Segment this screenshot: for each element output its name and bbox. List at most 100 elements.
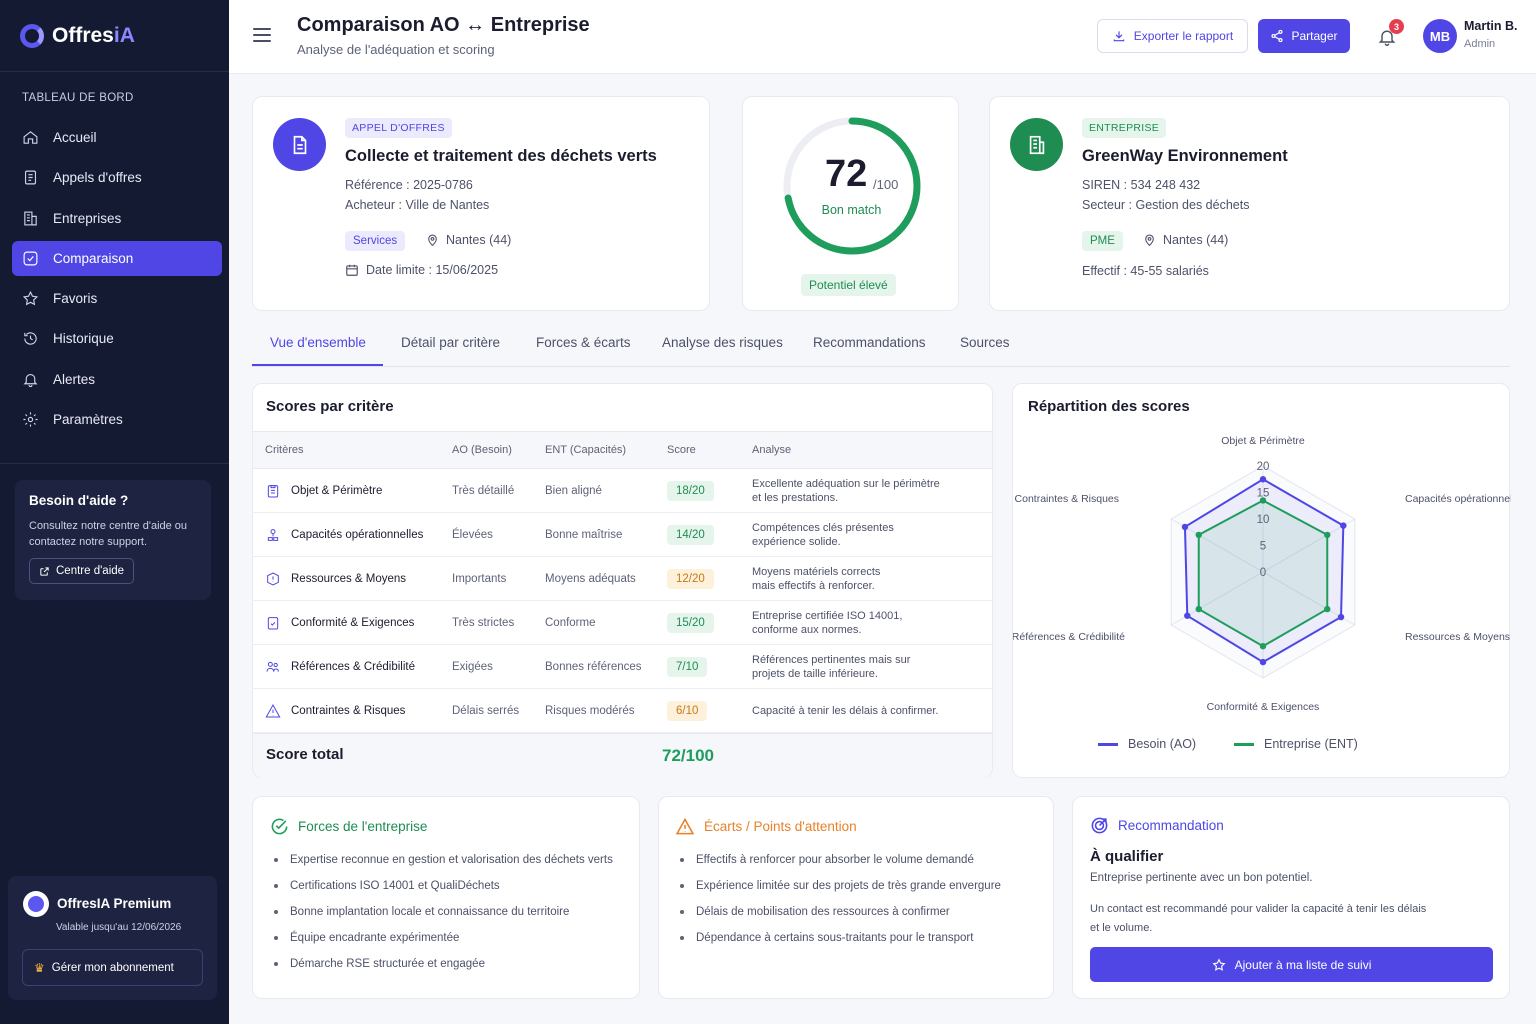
sidebar-divider <box>0 71 229 72</box>
scores-table: Critères AO (Besoin) ENT (Capacités) Sco… <box>253 431 992 733</box>
analysis-line: expérience solide. <box>752 535 841 548</box>
ao-need: Exigées <box>452 644 545 689</box>
help-text: Consultez notre centre d'aide ou contact… <box>29 520 188 548</box>
sidebar: OffresiA TABLEAU DE BORD Accueil Appels … <box>0 0 229 1024</box>
notification-count-badge: 3 <box>1389 19 1404 34</box>
sidebar-item-historique[interactable]: Historique <box>12 321 222 356</box>
column-header: AO (Besoin) <box>452 431 545 469</box>
ao-need: Très strictes <box>452 600 545 645</box>
criterion-name: Contraintes & Risques <box>291 704 406 717</box>
star-icon <box>1212 957 1226 971</box>
analysis-text: Entreprise certifiée ISO 14001, conforme … <box>752 609 992 637</box>
tab-overview[interactable]: Vue d'ensemble <box>270 335 366 350</box>
radar-tick-label: 20 <box>1257 461 1270 473</box>
active-tab-indicator <box>252 364 383 366</box>
table-row[interactable]: Capacités opérationnelles Élevées Bonne … <box>253 512 992 557</box>
table-row[interactable]: Références & Crédibilité Exigées Bonnes … <box>253 644 992 689</box>
help-card: Besoin d'aide ? Consultez notre centre d… <box>15 480 211 600</box>
analysis-text: Références pertinentes mais sur projets d… <box>752 653 992 681</box>
sidebar-item-alertes[interactable]: Alertes <box>12 362 222 397</box>
table-row[interactable]: Objet & Périmètre Très détaillé Bien ali… <box>253 468 992 513</box>
manage-subscription-button[interactable]: ♛ Gérer mon abonnement <box>22 949 203 986</box>
sidebar-item-label: Alertes <box>53 371 96 387</box>
tender-reference: Référence : 2025-0786 <box>345 178 473 192</box>
table-row[interactable]: Contraintes & Risques Délais serrés Risq… <box>253 688 992 733</box>
table-row[interactable]: Conformité & Exigences Très strictes Con… <box>253 600 992 645</box>
sidebar-item-parametres[interactable]: Paramètres <box>12 402 222 437</box>
analysis-text: Moyens matériels corrects mais effectifs … <box>752 565 992 593</box>
company-sector: Secteur : Gestion des déchets <box>1082 198 1250 212</box>
criterion-name: Références & Crédibilité <box>291 660 416 673</box>
sidebar-item-favoris[interactable]: Favoris <box>12 281 222 316</box>
history-icon <box>24 332 37 346</box>
ent-capacity: Risques modérés <box>545 688 667 733</box>
list-item: Démarche RSE structurée et engagée <box>274 951 613 977</box>
page-subtitle: Analyse de l'adéquation et scoring <box>297 42 495 57</box>
radar-category-label: Ressources & Moyens <box>1405 631 1510 643</box>
ent-capacity: Bonnes références <box>545 644 667 689</box>
tab-recommendations[interactable]: Recommandations <box>813 335 926 350</box>
company-size-chip: PME <box>1082 231 1123 251</box>
ao-need: Importants <box>452 556 545 601</box>
tab-criteria-detail[interactable]: Détail par critère <box>401 335 500 350</box>
logo-icon <box>20 24 44 48</box>
sidebar-item-accueil[interactable]: Accueil <box>12 120 222 155</box>
radar-point <box>1181 523 1189 531</box>
column-header: Analyse <box>752 431 992 469</box>
radar-point <box>1259 476 1267 483</box>
radar-point <box>1337 613 1345 621</box>
analysis-text: Compétences clés présentes expérience sol… <box>752 521 992 549</box>
gaps-list: Effectifs à renforcer pour absorber le v… <box>680 847 1001 951</box>
column-header: ENT (Capacités) <box>545 431 667 469</box>
logo-accent: iA <box>113 24 135 47</box>
radar-tick-label: 0 <box>1260 567 1266 579</box>
score-pill: 14/20 <box>667 524 714 545</box>
recommendation-detail: Un contact est recommandé pour valider l… <box>1090 900 1426 938</box>
share-button[interactable]: Partager <box>1258 19 1350 53</box>
company-staff: Effectif : 45-55 salariés <box>1082 264 1209 278</box>
analysis-line: mais effectifs à renforcer. <box>752 579 875 592</box>
radar-point <box>1324 605 1331 613</box>
score-card: 72 /100 Bon match Potentiel élevé <box>742 96 959 311</box>
analysis-line: Références pertinentes mais sur <box>752 653 911 666</box>
total-score-value: 72/100 <box>662 746 714 765</box>
table-row[interactable]: Ressources & Moyens Importants Moyens ad… <box>253 556 992 601</box>
tab-risk-analysis[interactable]: Analyse des risques <box>662 335 783 350</box>
premium-card: OffresIA Premium Valable jusqu'au 12/06/… <box>8 876 217 1000</box>
app-logo[interactable]: OffresiA <box>20 24 135 48</box>
analysis-line: Compétences clés présentes <box>752 521 894 534</box>
radar-tick-label: 5 <box>1260 541 1266 553</box>
company-tag: ENTREPRISE <box>1082 118 1167 138</box>
tender-title: Collecte et traitement des déchets verts <box>345 147 657 165</box>
legend-label: Besoin (AO) <box>1128 737 1197 751</box>
help-center-button[interactable]: Centre d'aide <box>29 558 135 584</box>
ao-need: Élevées <box>452 512 545 557</box>
recommendation-card: Recommandation À qualifier Entreprise pe… <box>1072 796 1510 999</box>
legend-item-entreprise: Entreprise (ENT) <box>1234 737 1358 751</box>
clipboard-icon <box>267 484 279 497</box>
legend-label: Entreprise (ENT) <box>1264 737 1358 751</box>
sidebar-item-comparaison[interactable]: Comparaison <box>12 240 222 276</box>
external-link-icon <box>40 566 49 576</box>
premium-title: OffresIA Premium <box>57 896 172 911</box>
avatar[interactable]: MB <box>1423 19 1457 53</box>
list-item: Expérience limitée sur des projets de tr… <box>680 873 1001 899</box>
sidebar-item-entreprises[interactable]: Entreprises <box>12 201 222 236</box>
total-score-row: Score total 72/100 <box>253 733 992 778</box>
export-report-button[interactable]: Exporter le rapport <box>1097 19 1248 53</box>
ent-capacity: Bonne maîtrise <box>545 512 667 557</box>
radar-tick-label: 10 <box>1257 514 1270 526</box>
menu-icon[interactable] <box>253 28 271 42</box>
tab-sources[interactable]: Sources <box>960 335 1010 350</box>
resources-icon <box>267 571 279 586</box>
add-to-watchlist-button[interactable]: Ajouter à ma liste de suivi <box>1090 947 1493 982</box>
gear-icon <box>23 412 38 427</box>
table-header-row: Critères AO (Besoin) ENT (Capacités) Sco… <box>253 431 992 469</box>
sidebar-divider <box>0 463 229 464</box>
recommendation-title: Recommandation <box>1090 816 1224 835</box>
analysis-line: Entreprise certifiée ISO 14001, <box>752 609 903 622</box>
team-icon <box>267 528 279 541</box>
tender-location-text: Nantes (44) <box>446 233 512 247</box>
sidebar-item-appels-offres[interactable]: Appels d'offres <box>12 160 222 195</box>
tab-strengths-gaps[interactable]: Forces & écarts <box>536 335 631 350</box>
